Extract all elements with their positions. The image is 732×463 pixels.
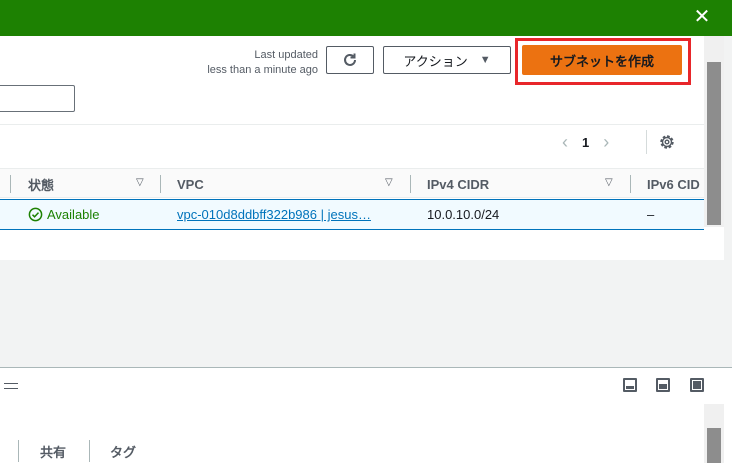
- create-subnet-button[interactable]: サブネットを作成: [522, 45, 682, 75]
- column-header-vpc[interactable]: VPC: [177, 169, 204, 199]
- success-flash-bar: ✕: [0, 0, 732, 36]
- vertical-scrollbar[interactable]: [704, 404, 724, 463]
- create-subnet-label: サブネットを作成: [549, 53, 654, 69]
- column-header-ipv6-cidr[interactable]: IPv6 CID: [647, 169, 700, 199]
- current-page[interactable]: 1: [582, 135, 589, 150]
- tab-divider: [89, 440, 90, 462]
- caret-down-icon: ▼: [479, 54, 491, 66]
- tab-tags[interactable]: タグ: [110, 442, 136, 461]
- ipv4-cidr-cell: 10.0.10.0/24: [427, 207, 500, 222]
- column-divider[interactable]: [630, 175, 631, 193]
- close-icon[interactable]: ✕: [692, 7, 712, 27]
- chevron-left-icon[interactable]: ‹: [562, 132, 568, 153]
- status-cell: Available: [28, 200, 100, 229]
- table-row[interactable]: Available vpc-010d8ddbff322b986 | jesus……: [0, 199, 704, 230]
- column-divider[interactable]: [410, 175, 411, 193]
- refresh-button[interactable]: [326, 46, 374, 74]
- chevron-right-icon[interactable]: ›: [603, 132, 609, 153]
- column-divider[interactable]: [160, 175, 161, 193]
- sort-icon[interactable]: ▽: [385, 177, 393, 188]
- last-updated-time: less than a minute ago: [207, 64, 318, 76]
- column-divider: [10, 175, 11, 193]
- column-header-status[interactable]: 状態: [28, 169, 54, 199]
- pane-split-icon[interactable]: [656, 378, 670, 392]
- filter-input[interactable]: [0, 85, 75, 112]
- divider: [0, 124, 704, 125]
- ipv6-cidr-cell: –: [647, 207, 655, 222]
- check-circle-icon: [28, 207, 43, 222]
- sort-icon[interactable]: ▽: [605, 177, 613, 188]
- pagination: ‹ 1 ›: [562, 130, 609, 154]
- tab-sharing[interactable]: 共有: [40, 442, 66, 461]
- vpc-link[interactable]: vpc-010d8ddbff322b986 | jesus…: [177, 207, 395, 222]
- divider: [646, 130, 647, 154]
- scrollbar-thumb[interactable]: [707, 428, 721, 463]
- gear-icon[interactable]: [658, 133, 676, 151]
- refresh-icon: [344, 53, 356, 66]
- tab-divider: [18, 440, 19, 462]
- actions-dropdown-button[interactable]: アクション ▼: [383, 46, 511, 74]
- scrollbar-thumb[interactable]: [707, 62, 721, 225]
- actions-label: アクション: [403, 53, 468, 69]
- table-header: 状態 ▽ VPC ▽ IPv4 CIDR ▽ IPv6 CID: [0, 168, 704, 198]
- last-updated-label: Last updated: [254, 49, 318, 61]
- pane-bottom-icon[interactable]: [623, 378, 637, 392]
- resize-handle-icon[interactable]: [4, 383, 18, 389]
- subnets-console: ✕ Last updated less than a minute ago アク…: [0, 0, 732, 463]
- pane-full-icon[interactable]: [690, 378, 704, 392]
- scrollbar-gap: [704, 227, 724, 260]
- sort-icon[interactable]: ▽: [136, 177, 144, 188]
- vpc-cell: vpc-010d8ddbff322b986 | jesus…: [177, 200, 395, 229]
- status-text: Available: [47, 207, 100, 222]
- vertical-scrollbar[interactable]: [704, 36, 724, 227]
- empty-area: [0, 260, 732, 368]
- last-updated-text: Last updated less than a minute ago: [207, 48, 318, 78]
- column-header-ipv4-cidr[interactable]: IPv4 CIDR: [427, 169, 489, 199]
